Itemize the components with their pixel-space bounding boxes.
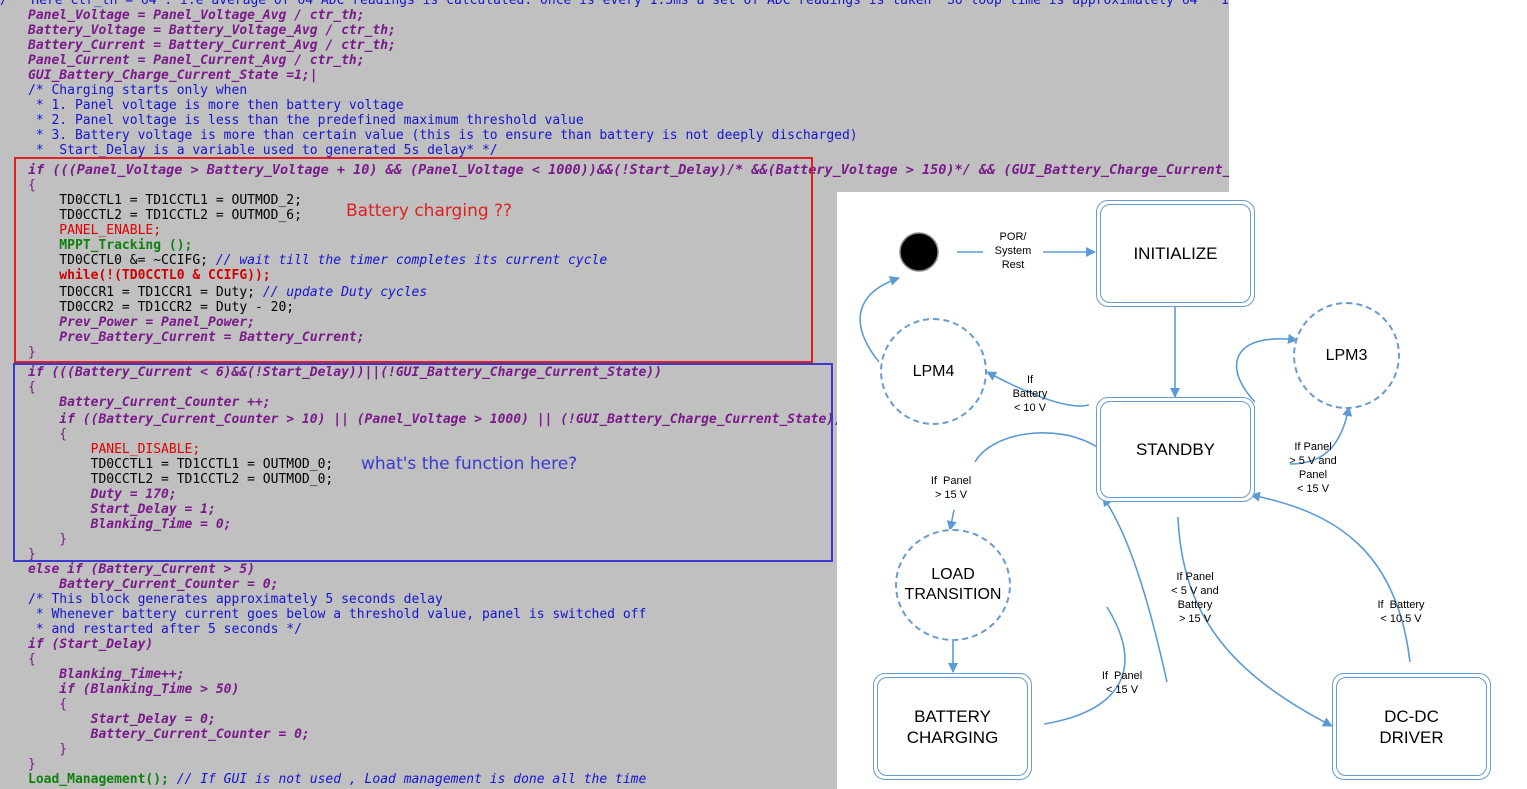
code-line: {: [28, 652, 36, 667]
code-comment: * 3. Battery voltage is more than certai…: [28, 128, 858, 143]
code-text: }: [28, 742, 68, 757]
label-to-load: If Panel > 15 V: [930, 475, 972, 501]
code-text: Panel_Current = Panel_Current_Avg / ctr_…: [28, 53, 365, 68]
label-to-dcdc: If Panel < 5 V and Battery > 15 V: [1171, 571, 1219, 625]
code-text: Blanking_Time++;: [28, 667, 185, 682]
label-charging-back: If Panel < 15 V: [1101, 670, 1143, 696]
edge-charging-standby-a: [1043, 606, 1126, 725]
label-to-lpm3: If Panel > 5 V and Panel < 15 V: [1289, 441, 1337, 495]
code-line: Battery_Voltage = Battery_Voltage_Avg / …: [28, 23, 396, 38]
code-line: /* Charging starts only when: [28, 83, 247, 98]
red-highlight-box: [14, 157, 813, 363]
code-comment: * and restarted after 5 seconds */: [28, 622, 302, 637]
code-line: * and restarted after 5 seconds */: [28, 622, 302, 637]
code-line: Battery_Current_Counter = 0;: [28, 577, 278, 592]
node-initialize: INITIALIZE: [1096, 200, 1255, 307]
node-standby: STANDBY: [1096, 397, 1255, 502]
code-line: Battery_Current_Counter = 0;: [28, 727, 310, 742]
code-text: if (Start_Delay): [28, 637, 154, 652]
label-por: POR/ System Rest: [983, 230, 1043, 272]
code-text: else if (Battery_Current > 5): [28, 562, 255, 577]
code-line: * Whenever battery current goes below a …: [28, 607, 647, 622]
code-line: else if (Battery_Current > 5): [28, 562, 255, 577]
code-comment: * Whenever battery current goes below a …: [28, 607, 647, 622]
code-text: Battery_Current = Battery_Current_Avg / …: [28, 38, 396, 53]
start-node: [899, 232, 939, 272]
code-text: Battery_Current_Counter = 0;: [28, 727, 310, 742]
blank-area: [1229, 0, 1527, 192]
code-comment: * 2. Panel voltage is less than the pred…: [28, 113, 584, 128]
code-line: Battery_Current = Battery_Current_Avg / …: [28, 38, 396, 53]
code-line: Panel_Current = Panel_Current_Avg / ctr_…: [28, 53, 365, 68]
edge-dcdc-standby: [1250, 491, 1411, 663]
node-battery-charging: BATTERY CHARGING: [873, 673, 1032, 780]
code-line: /* This block generates approximately 5 …: [28, 592, 443, 607]
code-comment: /* Charging starts only when: [28, 83, 248, 98]
red-annotation: Battery charging ??: [346, 201, 513, 221]
code-line: * Start_Delay is a variable used to gene…: [28, 143, 498, 158]
label-to-lpm4: If Battery < 10 V: [1012, 374, 1048, 414]
code-line: Start_Delay = 0;: [28, 712, 216, 727]
code-line: Blanking_Time++;: [28, 667, 185, 682]
state-diagram: INITIALIZE STANDBY LPM4 LPM3 LOAD TRANSI…: [837, 192, 1527, 789]
code-comment: * 1. Panel voltage is more then battery …: [28, 98, 404, 113]
code-text: Battery_Voltage = Battery_Voltage_Avg / …: [28, 23, 396, 38]
edge-lpm3-loop: [1235, 333, 1298, 403]
edge-charging-standby-b: [1102, 496, 1168, 683]
code-line: * 3. Battery voltage is more than certai…: [28, 128, 858, 143]
code-line: }: [28, 742, 67, 757]
code-comment: * Start_Delay is a variable used to gene…: [28, 143, 498, 158]
code-text: }: [28, 757, 36, 772]
node-dcdc-driver: DC-DC DRIVER: [1332, 673, 1491, 780]
edge-standby-load-arc: [974, 432, 1098, 463]
code-line: * 2. Panel voltage is less than the pred…: [28, 113, 584, 128]
code-line: }: [28, 757, 36, 772]
code-line: if (Start_Delay): [28, 637, 153, 652]
code-line: {: [28, 697, 67, 712]
code-text: Start_Delay = 0;: [28, 712, 216, 727]
code-text: {: [28, 697, 68, 712]
code-line: Panel_Voltage = Panel_Voltage_Avg / ctr_…: [28, 8, 365, 23]
code-text: Panel_Voltage = Panel_Voltage_Avg / ctr_…: [28, 8, 365, 23]
edge-to-load: [946, 509, 957, 531]
code-line: Load_Management(); // If GUI is not used…: [28, 772, 646, 787]
code-line: if (Blanking_Time > 50): [28, 682, 239, 697]
node-lpm4: LPM4: [880, 318, 987, 425]
label-dcdc-back: If Battery < 10.5 V: [1377, 599, 1425, 625]
code-comment: /* This block generates approximately 5 …: [28, 592, 443, 607]
blue-annotation: what's the function here?: [361, 454, 578, 474]
node-load-transition: LOAD TRANSITION: [895, 529, 1011, 641]
code-text: {: [28, 652, 36, 667]
code-line: /* Here ctr_th = 64 . i.e average of 64 …: [0, 0, 1229, 8]
code-line: * 1. Panel voltage is more then battery …: [28, 98, 404, 113]
code-comment: // If GUI is not used , Load management …: [176, 772, 647, 787]
code-text: if (Blanking_Time > 50): [28, 682, 240, 697]
code-text: GUI_Battery_Charge_Current_State =1;|: [28, 68, 318, 83]
code-text: Battery_Current_Counter = 0;: [28, 577, 279, 592]
code-line: GUI_Battery_Charge_Current_State =1;|: [28, 68, 318, 83]
code-comment: /* Here ctr_th = 64 . i.e average of 64 …: [0, 0, 1229, 8]
code-text: Load_Management();: [28, 772, 177, 787]
node-lpm3: LPM3: [1293, 302, 1400, 409]
